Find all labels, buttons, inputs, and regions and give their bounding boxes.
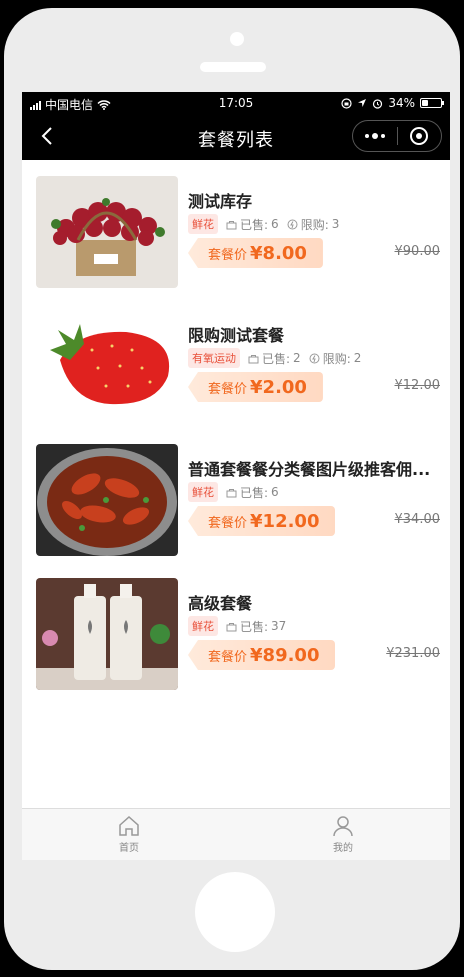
price-label: 套餐价 — [208, 247, 248, 263]
original-price: ¥12.00 — [394, 378, 441, 393]
close-mini-program-button[interactable] — [397, 121, 441, 151]
limit-label: 限购: — [300, 217, 329, 232]
sold-count: 6 — [271, 217, 279, 231]
category-tag: 鲜花 — [188, 616, 218, 636]
bag-icon — [226, 622, 237, 631]
package-item[interactable]: 普通套餐餐分类餐图片级推客佣... 鲜花 已售: 6 套餐价 ¥12.00 ¥34.… — [22, 428, 450, 562]
package-item[interactable]: 测试库存 鲜花 已售: 6 限购: 3 套餐价 ¥8.00 ¥90.00 — [22, 160, 450, 294]
strawberry-image — [36, 310, 178, 422]
original-price: ¥231.00 — [386, 646, 440, 661]
nav-bar: 套餐列表 — [22, 114, 450, 160]
sold-label: 已售: — [262, 351, 291, 366]
bag-icon — [226, 220, 237, 229]
package-name: 测试库存 — [188, 192, 253, 211]
package-name: 普通套餐餐分类餐图片级推客佣... — [188, 460, 431, 479]
battery-percent: 34% — [388, 96, 415, 110]
sold-label: 已售: — [240, 217, 269, 232]
alarm-icon — [373, 98, 383, 109]
package-price: ¥89.00 — [250, 644, 320, 666]
more-menu-button[interactable] — [353, 121, 397, 151]
price-label: 套餐价 — [208, 649, 248, 665]
original-price: ¥34.00 — [394, 512, 441, 527]
limit-count: 3 — [331, 217, 340, 231]
dot-icon — [371, 133, 378, 139]
package-item[interactable]: 高级套餐 鲜花 已售: 37 套餐价 ¥89.00 ¥231.00 — [22, 562, 450, 696]
tab-mine[interactable]: 我的 — [236, 809, 450, 860]
price-label: 套餐价 — [208, 381, 248, 397]
package-item[interactable]: 限购测试套餐 有氧运动 已售: 2 限购: 2 套餐价 ¥2.00 ¥12.00 — [22, 294, 450, 428]
target-icon — [410, 127, 429, 145]
tab-home[interactable]: 首页 — [22, 809, 236, 860]
lock-rotation-icon — [341, 97, 352, 109]
price-tag: 套餐价 ¥8.00 — [188, 238, 323, 268]
speaker — [200, 62, 266, 72]
home-button[interactable] — [195, 872, 275, 952]
tab-mine-label: 我的 — [333, 843, 353, 854]
bag-icon — [226, 488, 237, 497]
category-tag: 鲜花 — [188, 214, 218, 234]
price-tag: 套餐价 ¥89.00 — [188, 640, 336, 670]
home-icon — [119, 815, 139, 836]
sold-count: 37 — [271, 619, 287, 633]
package-price: ¥2.00 — [250, 376, 307, 398]
mini-program-capsule — [352, 120, 442, 152]
original-price: ¥90.00 — [394, 244, 441, 259]
top-bar: 中国电信 17:05 34% 套餐列表 — [22, 92, 450, 160]
location-icon — [358, 99, 367, 107]
price-tag: 套餐价 ¥12.00 — [188, 506, 336, 536]
bag-icon — [248, 354, 259, 363]
package-price: ¥8.00 — [250, 242, 307, 264]
crayfish-image — [36, 444, 178, 556]
status-bar: 中国电信 17:05 34% — [22, 92, 450, 114]
sold-label: 已售: — [240, 485, 269, 500]
tab-home-label: 首页 — [119, 843, 139, 854]
category-tag: 有氧运动 — [188, 348, 240, 368]
price-label: 套餐价 — [208, 515, 248, 531]
limit-count: 2 — [353, 351, 362, 365]
user-icon — [333, 816, 353, 837]
battery-icon — [420, 98, 444, 108]
camera — [230, 32, 244, 46]
lotion-bottles-image — [36, 578, 178, 690]
rose-basket-image — [36, 176, 178, 288]
sold-label: 已售: — [240, 619, 269, 634]
phone-frame: 中国电信 17:05 34% 套餐列表 测试库存 鲜花 已售: 6 限购: 3 … — [4, 8, 460, 970]
package-price: ¥12.00 — [250, 510, 320, 532]
limit-icon — [287, 219, 298, 229]
package-name: 限购测试套餐 — [188, 326, 285, 345]
screen: 中国电信 17:05 34% 套餐列表 测试库存 鲜花 已售: 6 限购: 3 … — [22, 92, 450, 860]
dot-icon — [380, 134, 385, 138]
tab-bar: 首页 我的 — [22, 808, 450, 860]
limit-icon — [309, 353, 320, 363]
sold-count: 6 — [271, 485, 279, 499]
limit-label: 限购: — [322, 351, 351, 366]
package-name: 高级套餐 — [188, 594, 253, 613]
price-tag: 套餐价 ¥2.00 — [188, 372, 323, 402]
dot-icon — [364, 134, 369, 138]
sold-count: 2 — [293, 351, 301, 365]
category-tag: 鲜花 — [188, 482, 218, 502]
